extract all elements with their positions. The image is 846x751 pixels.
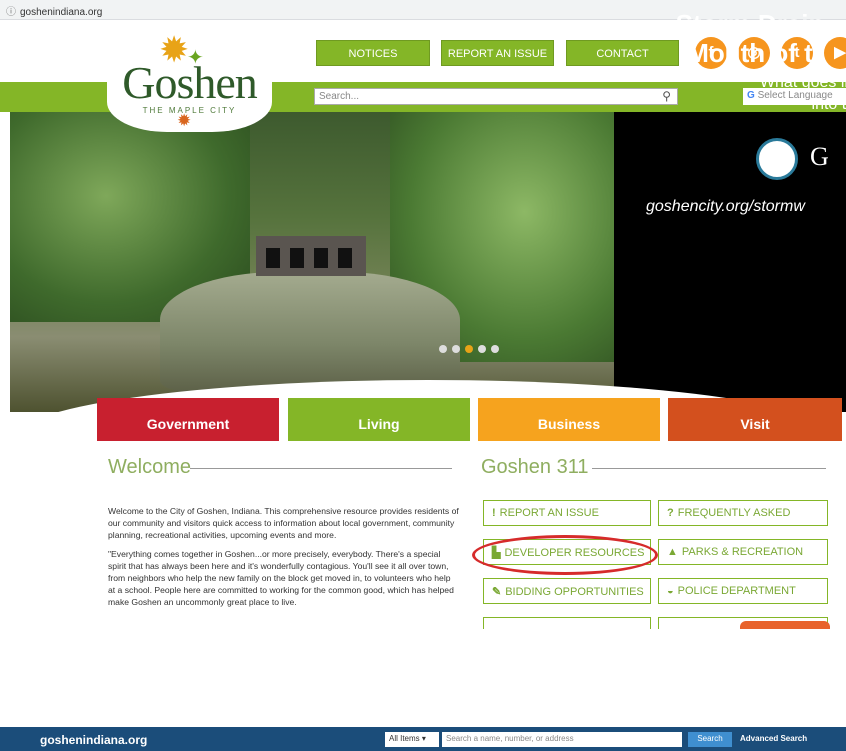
tab-label: Government xyxy=(146,416,230,432)
search-icon[interactable]: ⚲ xyxy=(662,89,671,103)
bidding-opportunities-button[interactable]: ✎ BIDDING OPPORTUNITIES xyxy=(483,578,651,604)
bottom-search-bar: goshenindiana.org All Items ▾ Search a n… xyxy=(0,727,846,751)
culvert-image xyxy=(256,236,366,276)
info-icon[interactable]: ⓘ xyxy=(6,7,16,18)
nav-report-issue[interactable]: REPORT AN ISSUE xyxy=(441,40,554,66)
search-input[interactable]: Search... ⚲ xyxy=(314,88,678,105)
slide-dot[interactable] xyxy=(491,345,499,353)
report-issue-button[interactable]: ! REPORT AN ISSUE xyxy=(483,500,651,526)
divider xyxy=(592,468,826,469)
slide-dots[interactable] xyxy=(439,340,504,358)
welcome-body: Welcome to the City of Goshen, Indiana. … xyxy=(108,505,460,615)
city-seal-icon xyxy=(756,138,798,180)
hero-subtitle: What goes into a into the R xyxy=(759,74,846,113)
tab-government[interactable]: Government xyxy=(97,398,279,441)
site-name: goshenindiana.org xyxy=(40,733,148,747)
tab-label: Business xyxy=(537,416,601,432)
orange-tab-partial xyxy=(740,621,830,629)
tab-visit[interactable]: Visit xyxy=(668,398,842,441)
orange-leaf-icon: ✹ xyxy=(177,111,192,130)
hero-url: goshencity.org/stormw xyxy=(646,198,805,215)
parks-recreation-button[interactable]: ▲ PARKS & RECREATION xyxy=(658,539,828,565)
slide-dot[interactable] xyxy=(439,345,447,353)
welcome-title: Welcome xyxy=(108,456,191,478)
services-title: Goshen 311 xyxy=(481,456,589,478)
search-button[interactable]: Search xyxy=(688,732,732,747)
goshen-logo[interactable]: ✹ ✦ Goshen THE MAPLE CITY ✹ xyxy=(107,32,272,132)
category-tabs: Government Living Business Visit xyxy=(97,398,842,441)
slide-dot-active[interactable] xyxy=(465,345,473,353)
advanced-search-link[interactable]: Advanced Search xyxy=(740,734,807,743)
hero-photo xyxy=(10,112,614,412)
police-department-button[interactable]: ◒ POLICE DEPARTMENT xyxy=(658,578,828,604)
category-select[interactable]: All Items ▾ xyxy=(385,732,439,747)
question-icon: ? xyxy=(667,507,674,519)
hero-title: Storm Drain Mouth of t xyxy=(675,9,825,68)
search-placeholder: Search... xyxy=(319,91,360,102)
tab-label: Living xyxy=(358,416,400,432)
exclamation-icon: ! xyxy=(492,507,496,519)
logo-wordmark: Goshen xyxy=(122,57,258,108)
tree-icon: ▲ xyxy=(667,546,678,558)
tab-living[interactable]: Living xyxy=(288,398,470,441)
slide-dot[interactable] xyxy=(452,345,460,353)
frequently-asked-button[interactable]: ? FREQUENTLY ASKED xyxy=(658,500,828,526)
welcome-paragraph: "Everything comes together in Goshen...o… xyxy=(108,549,454,608)
divider xyxy=(190,468,452,469)
url-text: goshenindiana.org xyxy=(20,7,103,18)
police-car-icon: ◒ xyxy=(667,585,674,597)
slide-dot[interactable] xyxy=(478,345,486,353)
gavel-icon: ✎ xyxy=(492,586,502,598)
address-search-input[interactable]: Search a name, number, or address xyxy=(442,732,682,747)
hero-slideshow[interactable] xyxy=(10,112,846,412)
hero-brand-letter: G xyxy=(810,142,829,171)
service-button-partial[interactable] xyxy=(483,617,651,629)
tab-label: Visit xyxy=(740,416,770,432)
welcome-paragraph: Welcome to the City of Goshen, Indiana. … xyxy=(108,506,459,541)
nav-notices[interactable]: NOTICES xyxy=(316,40,430,66)
highlight-annotation xyxy=(472,535,658,575)
tab-business[interactable]: Business xyxy=(478,398,660,441)
